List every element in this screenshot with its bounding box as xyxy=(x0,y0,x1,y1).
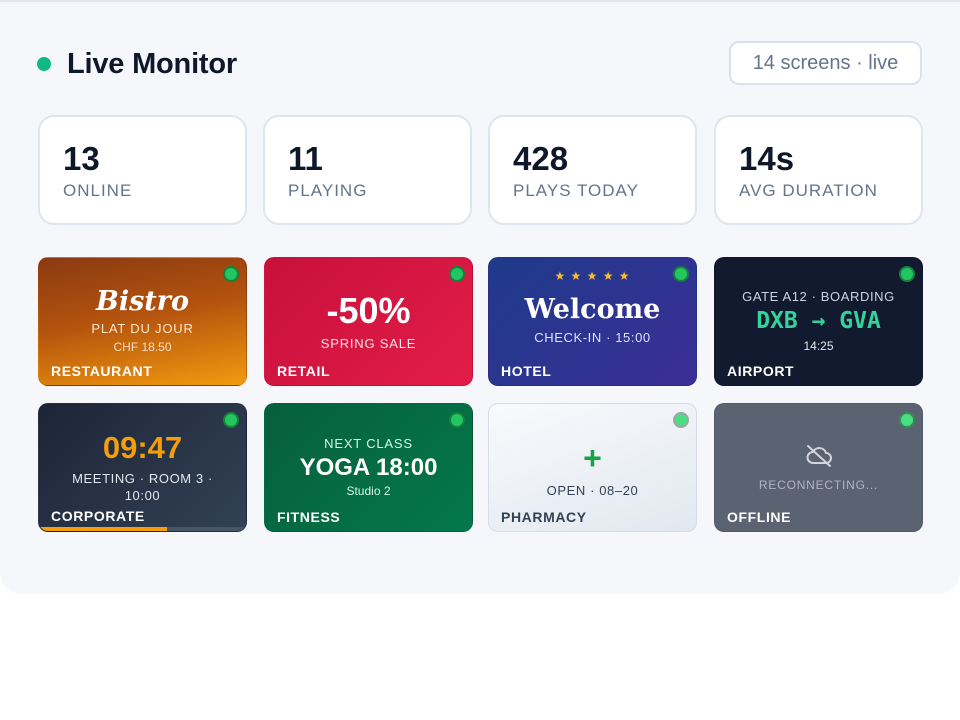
tile-subtitle: RECONNECTING... xyxy=(758,478,879,492)
tile-heading: 09:47 xyxy=(102,430,183,465)
tile-heading: -50% xyxy=(326,290,411,331)
stat-label: AVG DURATION xyxy=(739,181,878,200)
screen-tile-retail[interactable]: -50% SPRING SALE RETAIL xyxy=(264,257,473,386)
screen-tile-offline[interactable]: RECONNECTING... OFFLINE xyxy=(714,403,923,532)
screen-tile-restaurant[interactable]: Bistro PLAT DU JOUR CHF 18.50 RESTAURANT xyxy=(38,257,247,386)
screen-tile-corporate[interactable]: 09:47 MEETING · ROOM 3 · 10:00 CORPORATE xyxy=(38,403,247,532)
live-status-dot-icon xyxy=(37,57,51,71)
status-dot-icon xyxy=(223,266,239,282)
status-dot-icon xyxy=(449,266,465,282)
tile-label: OFFLINE xyxy=(727,509,792,525)
status-dot-icon xyxy=(899,266,915,282)
flight-route: DXB → GVA xyxy=(756,308,881,334)
tile-heading: Welcome xyxy=(524,294,661,325)
tile-label: RESTAURANT xyxy=(51,363,153,379)
stat-card-avg-duration: 14s AVG DURATION xyxy=(714,115,923,225)
live-monitor-panel: Live Monitor 14 screens · live 13 ONLINE… xyxy=(0,0,960,594)
screen-tile-pharmacy[interactable]: + OPEN · 08–20 PHARMACY xyxy=(488,403,697,532)
tile-subtitle: MEETING · ROOM 3 · xyxy=(72,471,213,486)
tile-heading: YOGA 18:00 xyxy=(299,454,438,481)
tile-subtitle: NEXT CLASS xyxy=(324,436,413,451)
tile-subtitle: SPRING SALE xyxy=(320,336,417,351)
progress-track xyxy=(39,527,246,531)
stat-value: 14s xyxy=(739,140,795,177)
tile-label: PHARMACY xyxy=(501,509,587,525)
tile-subtitle: GATE A12 · BOARDING xyxy=(742,289,895,304)
stat-label: ONLINE xyxy=(63,181,133,200)
tile-price: CHF 18.50 xyxy=(113,340,172,354)
status-dot-icon xyxy=(673,412,689,428)
stat-label: PLAYING xyxy=(288,181,368,200)
status-dot-icon xyxy=(223,412,239,428)
tile-subtitle: CHECK-IN · 15:00 xyxy=(534,330,651,345)
tile-subtitle: PLAT DU JOUR xyxy=(91,321,194,336)
pharmacy-cross-icon: + xyxy=(583,440,602,476)
stat-value: 11 xyxy=(288,140,323,177)
stat-card-online: 13 ONLINE xyxy=(38,115,247,225)
tile-label: CORPORATE xyxy=(51,508,145,524)
tile-label: HOTEL xyxy=(501,363,552,379)
cloud-off-icon xyxy=(805,444,833,468)
screen-tile-airport[interactable]: GATE A12 · BOARDING DXB → GVA 14:25 AIRP… xyxy=(714,257,923,386)
status-dot-icon xyxy=(449,412,465,428)
tile-label: RETAIL xyxy=(277,363,331,379)
stat-card-plays-today: 428 PLAYS TODAY xyxy=(488,115,697,225)
tile-heading: Bistro xyxy=(96,286,189,317)
tile-subtitle: OPEN · 08–20 xyxy=(546,483,639,498)
flight-time: 14:25 xyxy=(803,339,834,353)
stars-icon: ★ ★ ★ ★ ★ xyxy=(554,269,631,283)
stat-value: 13 xyxy=(63,140,100,177)
screens-count-badge[interactable]: 14 screens · live xyxy=(729,41,922,85)
page-title: Live Monitor xyxy=(67,47,237,80)
header: Live Monitor xyxy=(37,46,237,82)
screen-tile-fitness[interactable]: NEXT CLASS YOGA 18:00 Studio 2 FITNESS xyxy=(264,403,473,532)
tile-location: Studio 2 xyxy=(346,484,391,498)
stat-label: PLAYS TODAY xyxy=(513,181,639,200)
stat-value: 428 xyxy=(513,140,569,177)
tile-label: FITNESS xyxy=(277,509,341,525)
progress-fill xyxy=(39,527,168,531)
tile-subtitle-2: 10:00 xyxy=(124,488,161,503)
status-dot-icon xyxy=(899,412,915,428)
tile-label: AIRPORT xyxy=(727,363,795,379)
screen-tile-hotel[interactable]: ★ ★ ★ ★ ★ Welcome CHECK-IN · 15:00 HOTEL xyxy=(488,257,697,386)
stat-card-playing: 11 PLAYING xyxy=(263,115,472,225)
